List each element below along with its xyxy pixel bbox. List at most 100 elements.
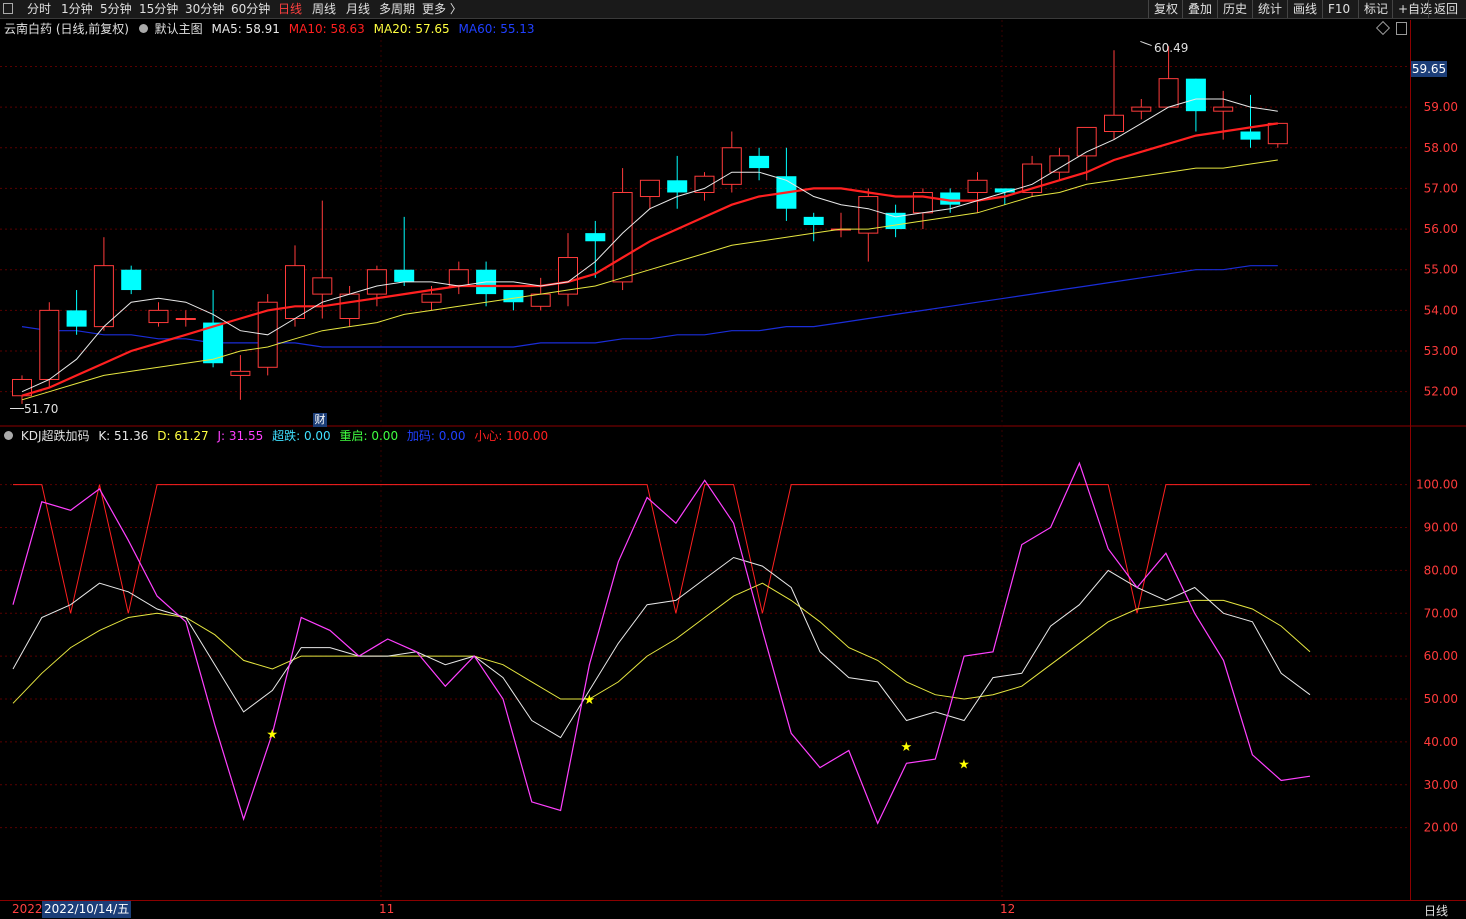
- oversold-star-icon: ★: [266, 727, 278, 742]
- candle-body: [776, 176, 797, 209]
- kdj-title[interactable]: KDJ超跌加码: [21, 429, 90, 443]
- kdj-j-label: J: 31.55: [217, 429, 264, 443]
- candle-body: [558, 257, 578, 295]
- overlay-button[interactable]: 叠加: [1182, 0, 1217, 18]
- template-gear-icon[interactable]: [138, 24, 148, 33]
- draw-button[interactable]: 画线: [1287, 0, 1322, 18]
- period-tab-60min[interactable]: 60分钟: [231, 1, 270, 17]
- period-tab-more[interactable]: 更多 〉: [422, 1, 462, 17]
- period-tab-1min[interactable]: 1分钟: [61, 1, 93, 17]
- candle-body: [66, 310, 87, 327]
- candle-body: [694, 175, 715, 193]
- period-label: 日线: [1424, 904, 1449, 918]
- ma10-label: MA10: 58.63: [288, 22, 365, 36]
- candle-body: [1213, 106, 1234, 112]
- oversold-star-icon: ★: [958, 757, 970, 772]
- candle-body: [121, 269, 142, 291]
- panel-icon[interactable]: [1396, 22, 1407, 35]
- candle-body: [339, 293, 360, 320]
- period-tab-fenshi[interactable]: 分时: [27, 1, 51, 17]
- period-tab-weekly[interactable]: 周线: [312, 1, 336, 17]
- cursor-date-label: 2022/10/14/五: [42, 901, 132, 918]
- candle-body: [831, 228, 851, 231]
- candle-body: [421, 293, 442, 303]
- candle-body: [312, 277, 333, 295]
- candle-body: [148, 309, 169, 324]
- candle-body: [366, 269, 387, 295]
- candle-body: [1185, 78, 1206, 112]
- current-price-tag: 59.65: [1411, 61, 1447, 77]
- candle-body: [1022, 163, 1043, 193]
- candle-body: [585, 233, 606, 242]
- kdj-jiama-label: 加码: 0.00: [406, 429, 466, 443]
- month-label-11: 11: [379, 902, 395, 916]
- period-tab-15min[interactable]: 15分钟: [139, 1, 178, 17]
- candle-body: [967, 179, 988, 193]
- back-button[interactable]: 返回: [1428, 0, 1463, 18]
- month-label-12: 12: [1000, 902, 1016, 916]
- fuquan-button[interactable]: 复权: [1148, 0, 1183, 18]
- price-axis: [1410, 20, 1466, 900]
- kline-chart[interactable]: ★★★★ 59.0058.0057.0056.0055.0054.0053.00…: [0, 0, 1466, 918]
- candle-body: [940, 192, 961, 205]
- kdj-j-line: [12, 461, 1311, 825]
- candle-body: [1076, 126, 1097, 157]
- period-tab-5min[interactable]: 5分钟: [100, 1, 132, 17]
- period-tab-multi[interactable]: 多周期: [379, 1, 415, 17]
- oversold-star-icon: ★: [900, 740, 912, 755]
- mark-button[interactable]: 标记: [1358, 0, 1393, 18]
- kdj-k-label: K: 51.36: [98, 429, 149, 443]
- ma60-label: MA60: 55.13: [458, 22, 535, 36]
- ma20-label: MA20: 57.65: [373, 22, 450, 36]
- candle-body: [285, 265, 305, 319]
- high-price-label: 60.49: [1154, 41, 1189, 55]
- candle-body: [612, 191, 633, 283]
- candle-body: [994, 188, 1015, 193]
- candle-body: [639, 179, 660, 198]
- candle-body: [530, 293, 551, 307]
- history-button[interactable]: 历史: [1217, 0, 1252, 18]
- template-name[interactable]: 默认主图: [155, 22, 203, 36]
- candle-body: [394, 269, 415, 282]
- candle-body: [749, 155, 770, 169]
- candle-body: [476, 269, 497, 295]
- candle-body: [39, 309, 60, 380]
- kdj-chongqi-label: 重启: 0.00: [339, 429, 399, 443]
- candle-body: [1267, 122, 1288, 145]
- candle-body: [503, 290, 524, 303]
- stats-button[interactable]: 统计: [1252, 0, 1287, 18]
- finance-marker[interactable]: 财: [313, 413, 327, 427]
- candle-body: [257, 301, 278, 368]
- top-toolbar: 分时 1分钟 5分钟 15分钟 30分钟 60分钟 日线 周线 月线 多周期 更…: [0, 0, 1466, 19]
- candle-body: [667, 180, 688, 193]
- candle-body: [721, 147, 742, 185]
- ma10-line: [21, 122, 1278, 397]
- period-tab-monthly[interactable]: 月线: [346, 1, 370, 17]
- candle-body: [230, 370, 251, 376]
- candle-body: [175, 318, 196, 320]
- f10-button[interactable]: F10: [1322, 0, 1355, 18]
- ma5-line: [21, 98, 1278, 393]
- period-tab-30min[interactable]: 30分钟: [185, 1, 224, 17]
- ma60-line: [21, 265, 1278, 348]
- candle-body: [912, 191, 933, 214]
- candle-body: [858, 196, 879, 234]
- high-price-arrow-icon: [1140, 40, 1152, 47]
- stock-title: 云南白药 (日线,前复权): [4, 22, 129, 36]
- diamond-icon[interactable]: [1375, 20, 1391, 36]
- panel-toggle-icon[interactable]: [3, 3, 13, 14]
- candle-body: [448, 269, 469, 287]
- candle-body: [885, 212, 906, 230]
- low-price-arrow-icon: [10, 408, 24, 409]
- start-year-label: 2022: [12, 902, 43, 916]
- candle-body: [1049, 155, 1070, 173]
- kdj-info: KDJ超跌加码 K: 51.36 D: 61.27 J: 31.55 超跌: 0…: [4, 428, 548, 444]
- kdj-d-label: D: 61.27: [157, 429, 209, 443]
- candle-body: [1158, 78, 1179, 108]
- period-tab-daily[interactable]: 日线: [278, 1, 302, 17]
- candle-body: [1240, 131, 1261, 140]
- kdj-chaodie-label: 超跌: 0.00: [272, 429, 331, 443]
- indicator-gear-icon[interactable]: [4, 431, 13, 440]
- kdj-k-line: [12, 556, 1311, 739]
- ma5-label: MA5: 58.91: [211, 22, 280, 36]
